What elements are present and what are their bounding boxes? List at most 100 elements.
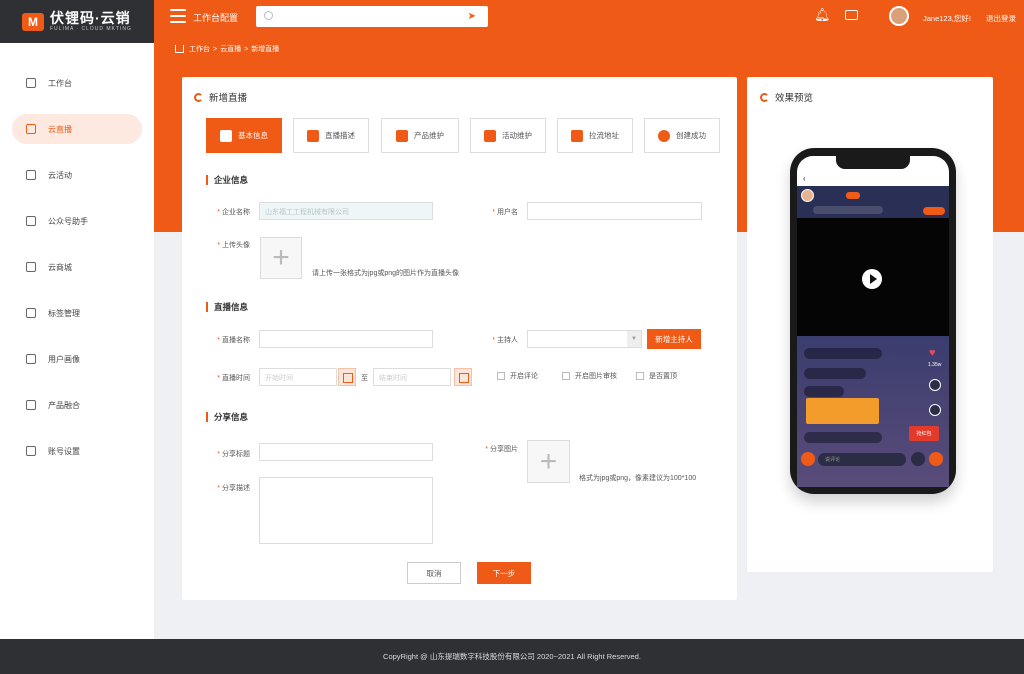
step-stream-url[interactable]: 拉流地址: [557, 118, 633, 153]
sidebar-item-product[interactable]: 产品融合: [12, 390, 142, 420]
breadcrumb-item[interactable]: 云直播: [220, 44, 241, 54]
host-select[interactable]: [527, 330, 642, 348]
share-title-field[interactable]: [259, 443, 433, 461]
breadcrumb: 工作台 > 云直播 > 新增直播: [175, 44, 279, 54]
step-activity[interactable]: 活动维护: [470, 118, 546, 153]
user-greeting: Jane123,您好!: [923, 14, 971, 23]
brand-logo[interactable]: M 伏锂码·云销 FULIMA · CLOUD MKTING: [0, 0, 154, 43]
document-icon: [220, 129, 232, 142]
start-time-field[interactable]: 开始时间: [259, 368, 337, 386]
host-avatar: [801, 189, 814, 202]
sidebar-item-activity[interactable]: 云活动: [12, 160, 142, 190]
gift-icon: [929, 452, 943, 466]
gear-icon: [26, 446, 36, 456]
gear-icon: [929, 379, 941, 391]
live-name-label: * 直播名称: [217, 337, 250, 344]
phone-notch: [836, 154, 910, 169]
chart-icon: [307, 129, 319, 142]
checkbox-label: 是否置顶: [649, 373, 677, 380]
step-live-description[interactable]: 直播描述: [293, 118, 369, 153]
pin-top-checkbox[interactable]: 是否置顶: [636, 371, 677, 381]
activity-icon: [26, 170, 36, 180]
likes-count: 1.35w: [928, 362, 942, 368]
chat-message: [804, 348, 882, 359]
host-label: * 主持人: [492, 337, 518, 344]
menu-toggle-icon[interactable]: [170, 9, 186, 23]
bell-icon[interactable]: 🔔︎: [814, 7, 831, 23]
search-icon: [264, 11, 273, 20]
step-product[interactable]: 产品维护: [381, 118, 459, 153]
enable-comments-checkbox[interactable]: 开启评论: [497, 371, 538, 381]
sidebar-item-label: 产品融合: [48, 400, 80, 410]
cancel-button[interactable]: 取消: [407, 562, 461, 584]
sidebar-item-tags[interactable]: 标签管理: [12, 298, 142, 328]
sidebar-item-mall[interactable]: 云商城: [12, 252, 142, 282]
avatar-upload-label: * 上传头像: [217, 242, 250, 249]
sidebar-item-label: 用户画像: [48, 354, 80, 364]
end-time-field[interactable]: 结束时间: [373, 368, 451, 386]
form-title-text: 新增直播: [209, 93, 248, 104]
add-host-button[interactable]: 新增主持人: [647, 329, 701, 349]
logout-link[interactable]: 退出登录: [986, 13, 1016, 24]
breadcrumb-current: 新增直播: [251, 46, 280, 53]
step-basic-info[interactable]: 基本信息: [206, 118, 282, 153]
sidebar-item-workbench[interactable]: 工作台: [12, 68, 142, 98]
checkbox-box[interactable]: [562, 372, 570, 380]
copy-icon: [26, 400, 36, 410]
step-label: 基本信息: [238, 131, 268, 140]
share-title-label: * 分享标题: [217, 451, 250, 458]
send-icon[interactable]: ➤: [468, 11, 476, 22]
live-icon: [26, 124, 36, 134]
home-icon[interactable]: [175, 45, 184, 53]
step-created[interactable]: 创建成功: [644, 118, 720, 153]
next-step-button[interactable]: 下一步: [477, 562, 531, 584]
step-label: 活动维护: [502, 131, 532, 140]
play-icon: [862, 269, 882, 289]
sidebar-item-settings[interactable]: 账号设置: [12, 436, 142, 466]
box-icon: [396, 129, 408, 142]
share-image-label: * 分享图片: [485, 446, 518, 453]
avatar-upload-hint: 请上传一张格式为jpg或png的图片作为直播头像: [312, 270, 460, 277]
live-time-label: * 直播时间: [217, 375, 250, 382]
breadcrumb-separator: >: [244, 45, 249, 53]
share-image-upload-plus-icon[interactable]: +: [527, 440, 570, 483]
share-desc-textarea[interactable]: [259, 477, 433, 544]
avatar-upload-plus-icon[interactable]: +: [260, 237, 302, 279]
copyright-text: CopyRight @ 山东提瑞数字科技股份有限公司 2020~2021 All…: [383, 652, 641, 661]
follow-badge: [846, 192, 860, 199]
sidebar-item-user-profile[interactable]: 用户画像: [12, 344, 142, 374]
chat-message: [804, 386, 844, 397]
avatar[interactable]: [889, 6, 909, 26]
checkbox-box[interactable]: [636, 372, 644, 380]
live-name-field[interactable]: [259, 330, 433, 348]
workbench-icon: [26, 78, 36, 88]
breadcrumb-item[interactable]: 工作台: [189, 44, 210, 54]
mall-icon: [26, 262, 36, 272]
step-label: 创建成功: [676, 131, 706, 140]
sidebar-item-label: 云商城: [48, 262, 72, 272]
message-icon[interactable]: [845, 10, 858, 20]
chat-message: [804, 432, 882, 443]
sidebar-item-label: 标签管理: [48, 308, 80, 318]
calendar-icon[interactable]: [338, 368, 356, 386]
title-mark-icon: [194, 92, 203, 102]
calendar-icon[interactable]: [454, 368, 472, 386]
gift-icon: [484, 129, 496, 142]
step-label: 直播描述: [325, 131, 355, 140]
phone-icon: [911, 452, 925, 466]
image-review-checkbox[interactable]: 开启图片审核: [562, 371, 617, 381]
chevron-down-icon[interactable]: ▼: [627, 331, 641, 347]
section-live: 直播信息: [206, 302, 248, 312]
red-packet-button: 抢红包: [909, 426, 939, 441]
company-name-field[interactable]: 山东福工工程机械有限公司: [259, 202, 433, 220]
folder-icon: [26, 308, 36, 318]
sidebar-item-wechat-assistant[interactable]: 公众号助手: [12, 206, 142, 236]
promo-card: [806, 398, 879, 424]
sidebar: 工作台 云直播 云活动 公众号助手 云商城 标签管理 用户画像 产品融合 账号设…: [0, 43, 154, 639]
search-input[interactable]: ➤: [256, 6, 488, 27]
chat-message: [804, 368, 866, 379]
sidebar-item-label: 工作台: [48, 78, 72, 88]
checkbox-box[interactable]: [497, 372, 505, 380]
username-field[interactable]: [527, 202, 702, 220]
sidebar-item-live[interactable]: 云直播: [12, 114, 142, 144]
